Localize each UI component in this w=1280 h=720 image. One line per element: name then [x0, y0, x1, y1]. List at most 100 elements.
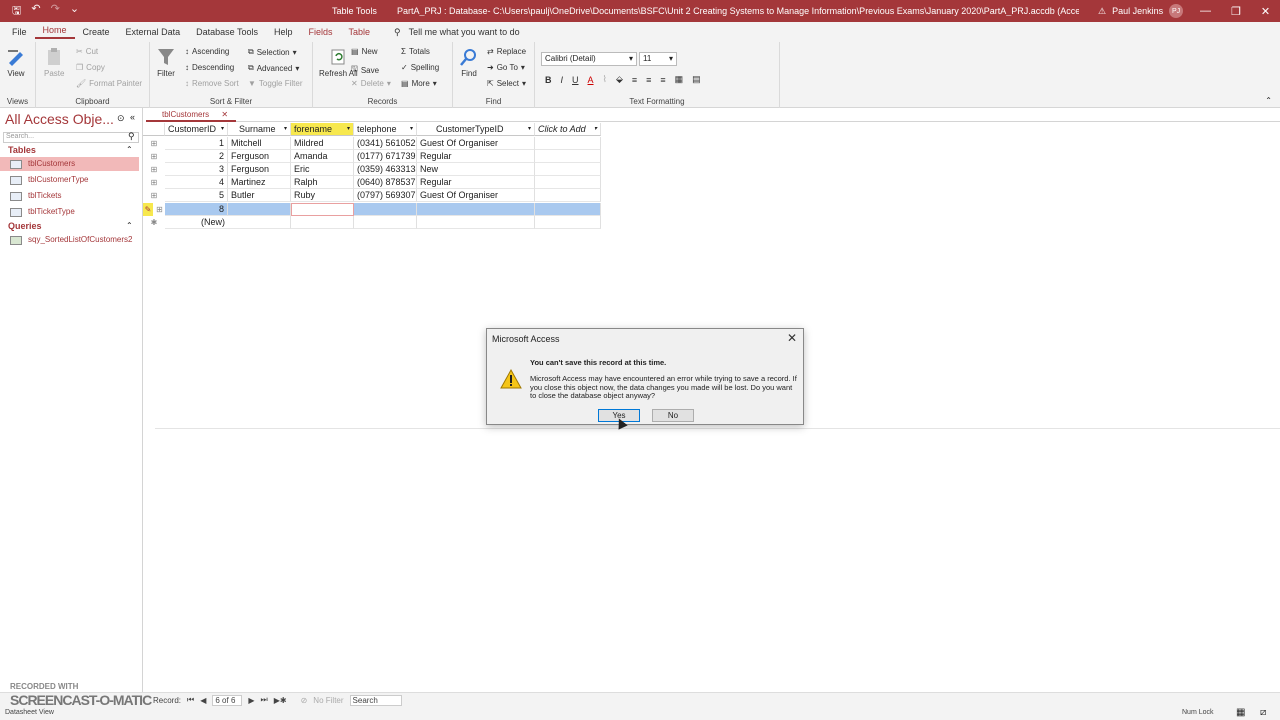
user-account[interactable]: ⚠ Paul Jenkins PJ: [1098, 4, 1184, 18]
collapse-ribbon-icon[interactable]: ⌃: [1265, 96, 1272, 105]
ascending-button[interactable]: ↕ Ascending: [185, 47, 229, 56]
save-icon[interactable]: 🖫: [12, 2, 21, 21]
cell-telephone[interactable]: (0797) 5693071: [354, 189, 417, 202]
tell-me-box[interactable]: Tell me what you want to do: [409, 27, 528, 37]
tab-external-data[interactable]: External Data: [118, 27, 189, 37]
gridlines-icon[interactable]: ▦: [675, 74, 684, 85]
cell-surname[interactable]: Ferguson: [228, 163, 291, 176]
cell-forename[interactable]: Amanda: [291, 150, 354, 163]
cell-telephone[interactable]: (0177) 6717391: [354, 150, 417, 163]
tab-help[interactable]: Help: [266, 27, 301, 37]
nav-item-tblcustomertype[interactable]: tblCustomerType: [0, 173, 139, 187]
nav-section-tables[interactable]: Tables: [8, 145, 36, 155]
header-customerid[interactable]: CustomerID ▾: [165, 123, 228, 136]
header-forename[interactable]: forename ▾: [291, 123, 354, 136]
cell-surname[interactable]: [228, 203, 291, 216]
customize-qat-icon[interactable]: ⌄: [70, 2, 79, 21]
cell-customertypeid[interactable]: Regular: [417, 150, 535, 163]
minimize-icon[interactable]: —: [1200, 5, 1211, 18]
new-record-nav-icon[interactable]: ▶✱: [274, 696, 287, 705]
cell-customerid[interactable]: 4: [165, 176, 228, 189]
cell-customerid[interactable]: 2: [165, 150, 228, 163]
font-name-select[interactable]: Calibri (Detail) ▾: [541, 52, 637, 66]
next-record-icon[interactable]: ▶: [248, 696, 254, 705]
tab-database-tools[interactable]: Database Tools: [188, 27, 266, 37]
selection-button[interactable]: ⧉ Selection ▾: [248, 47, 297, 57]
bold-icon[interactable]: B: [545, 75, 552, 85]
nav-item-tbltickettype[interactable]: tblTicketType: [0, 205, 139, 219]
nav-item-tbltickets[interactable]: tblTickets: [0, 189, 139, 203]
spelling-button[interactable]: ✓ Spelling: [401, 63, 439, 72]
tab-file[interactable]: File: [0, 27, 35, 37]
last-record-icon[interactable]: ⏭: [261, 695, 268, 705]
nav-menu-icon[interactable]: ⊙: [117, 113, 125, 124]
align-center-icon[interactable]: ≡: [646, 75, 651, 85]
cell-customerid[interactable]: 5: [165, 189, 228, 202]
cell-click-to-add[interactable]: [535, 203, 601, 216]
goto-button[interactable]: ➜ Go To ▾: [487, 63, 525, 72]
cell-surname[interactable]: Butler: [228, 189, 291, 202]
restore-icon[interactable]: ❐: [1231, 5, 1241, 18]
nav-search-input[interactable]: Search...: [3, 132, 139, 143]
header-telephone[interactable]: telephone ▾: [354, 123, 417, 136]
datasheet-view-icon[interactable]: ▦: [1236, 707, 1245, 718]
cell-click-to-add[interactable]: [535, 189, 601, 202]
remove-sort-button[interactable]: ↕ Remove Sort: [185, 79, 239, 88]
prev-record-icon[interactable]: ◀: [200, 696, 206, 705]
record-position-field[interactable]: 6 of 6: [212, 694, 243, 706]
cell-telephone[interactable]: [354, 203, 417, 216]
expand-icon[interactable]: ⊞: [154, 203, 165, 216]
tab-create[interactable]: Create: [75, 27, 118, 37]
cell-new[interactable]: (New): [165, 216, 291, 229]
cell-click-to-add[interactable]: [535, 163, 601, 176]
nav-title[interactable]: All Access Obje...: [5, 111, 114, 127]
cell-forename[interactable]: Mildred: [291, 137, 354, 150]
cell-forename[interactable]: Ralph: [291, 176, 354, 189]
cut-button[interactable]: ✂ Cut: [76, 47, 98, 56]
nav-section-queries[interactable]: Queries: [8, 221, 42, 231]
cell-telephone[interactable]: [354, 216, 417, 229]
tab-tblcustomers[interactable]: tblCustomers ✕: [146, 108, 237, 122]
close-icon[interactable]: ✕: [1261, 5, 1270, 18]
chevron-up-icon[interactable]: ⌃: [126, 145, 133, 154]
underline-icon[interactable]: U: [572, 75, 579, 85]
font-color-icon[interactable]: A: [588, 75, 594, 85]
highlight-icon[interactable]: ⌇: [603, 74, 607, 85]
header-surname[interactable]: Surname ▾: [228, 123, 291, 136]
cell-telephone[interactable]: (0640) 8785372: [354, 176, 417, 189]
cell-customertypeid[interactable]: New: [417, 163, 535, 176]
select-all-cell[interactable]: [143, 123, 165, 136]
view-button[interactable]: View: [6, 47, 26, 78]
totals-button[interactable]: Σ Totals: [401, 47, 430, 56]
tab-home[interactable]: Home: [34, 25, 75, 39]
save-record-button[interactable]: 🖫 Save: [351, 63, 379, 77]
cell-customertypeid[interactable]: [417, 216, 535, 229]
cell-click-to-add[interactable]: [535, 137, 601, 150]
tab-table[interactable]: Table: [340, 27, 378, 37]
cell-telephone[interactable]: (0341) 5610529: [354, 137, 417, 150]
cell-surname[interactable]: Ferguson: [228, 150, 291, 163]
header-customertypeid[interactable]: CustomerTypeID ▾: [417, 123, 535, 136]
delete-button[interactable]: ✕ Delete ▾: [351, 79, 391, 88]
paste-button[interactable]: Paste: [44, 47, 64, 78]
advanced-button[interactable]: ⧉ Advanced ▾: [248, 63, 299, 73]
cell-customerid[interactable]: 1: [165, 137, 228, 150]
align-right-icon[interactable]: ≡: [660, 75, 665, 85]
dialog-close-icon[interactable]: ✕: [787, 331, 797, 345]
chevron-up-icon[interactable]: ⌃: [126, 221, 133, 230]
nav-item-tblcustomers[interactable]: tblCustomers: [0, 157, 139, 171]
tab-fields[interactable]: Fields: [300, 27, 340, 37]
new-record-button[interactable]: ▤ New: [351, 47, 378, 56]
alt-row-color-icon[interactable]: ▤: [692, 74, 701, 85]
font-size-select[interactable]: 11 ▾: [639, 52, 677, 66]
nav-item-query[interactable]: sqy_SortedListOfCustomers2: [0, 233, 139, 247]
collapse-pane-icon[interactable]: «: [130, 112, 135, 122]
toggle-filter-button[interactable]: ▼ Toggle Filter: [248, 79, 303, 88]
cell-customertypeid[interactable]: Guest Of Organiser: [417, 189, 535, 202]
find-button[interactable]: Find: [459, 47, 479, 78]
cell-forename[interactable]: Eric: [291, 163, 354, 176]
cell-click-to-add[interactable]: [535, 216, 601, 229]
select-button[interactable]: ⇱ Select ▾: [487, 79, 526, 88]
cell-customertypeid[interactable]: Regular: [417, 176, 535, 189]
first-record-icon[interactable]: ⏮: [187, 695, 194, 705]
